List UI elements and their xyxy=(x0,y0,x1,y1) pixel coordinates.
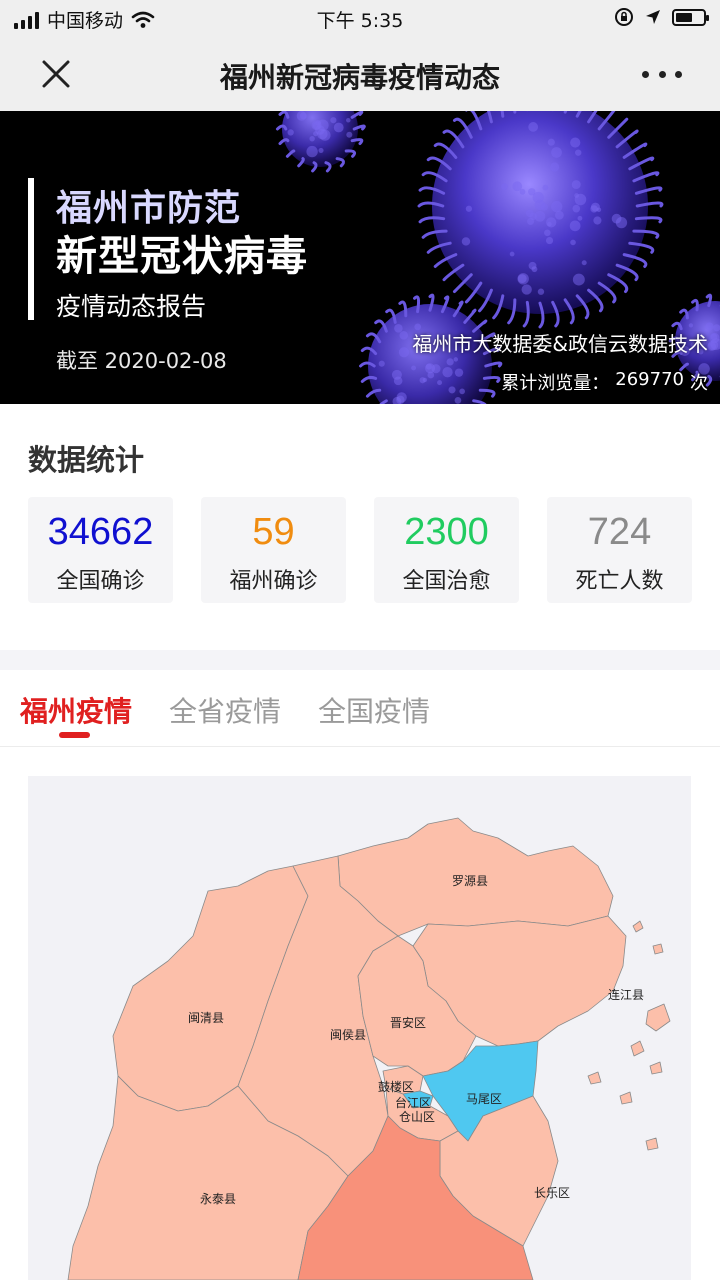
view-count-label: 累计浏览量： xyxy=(501,369,609,395)
tab-national[interactable]: 全国疫情 xyxy=(318,690,430,730)
status-right xyxy=(614,7,706,27)
hero-banner: 福州市防范 新型冠状病毒 疫情动态报告 截至 2020-02-08 福州市大数据… xyxy=(0,111,720,404)
island xyxy=(633,921,643,932)
more-options-icon[interactable] xyxy=(642,62,682,86)
island xyxy=(620,1092,632,1104)
stat-value: 2300 xyxy=(374,511,519,554)
map-label-cangshan: 仓山区 xyxy=(399,1108,435,1125)
map-label-yongtai: 永泰县 xyxy=(200,1190,236,1207)
stat-label: 福州确诊 xyxy=(201,563,346,595)
island xyxy=(588,1072,601,1084)
status-bar: 中国移动 下午 5:35 xyxy=(0,0,720,36)
map-label-changle: 长乐区 xyxy=(534,1184,570,1201)
stat-value: 59 xyxy=(201,511,346,554)
map-label-mawei: 马尾区 xyxy=(466,1090,502,1107)
stat-card-national-confirmed: 34662 全国确诊 xyxy=(28,497,173,603)
banner-source: 福州市大数据委&政信云数据技术 xyxy=(412,328,708,357)
banner-date: 截至 2020-02-08 xyxy=(56,345,227,375)
island xyxy=(650,1062,662,1074)
tab-fuzhou[interactable]: 福州疫情 xyxy=(20,690,132,730)
battery-icon xyxy=(672,9,706,26)
tab-bar: 福州疫情 全省疫情 全国疫情 xyxy=(0,670,720,747)
status-time: 下午 5:35 xyxy=(0,6,720,33)
stat-card-fuzhou-confirmed: 59 福州确诊 xyxy=(201,497,346,603)
active-tab-indicator xyxy=(59,732,90,738)
island xyxy=(653,944,663,954)
tab-province[interactable]: 全省疫情 xyxy=(169,690,281,730)
stat-label: 死亡人数 xyxy=(547,563,692,595)
page-title: 福州新冠病毒疫情动态 xyxy=(0,56,720,96)
view-count-unit: 次 xyxy=(690,369,708,395)
stat-label: 全国治愈 xyxy=(374,563,519,595)
view-count-value: 269770 xyxy=(615,369,684,395)
island xyxy=(646,1138,658,1150)
nav-bar: 福州新冠病毒疫情动态 xyxy=(0,36,720,111)
stat-label: 全国确诊 xyxy=(28,563,173,595)
fuzhou-map[interactable]: 罗源县 连江县 闽清县 闽侯县 晋安区 鼓楼区 台江区 仓山区 马尾区 永泰县 … xyxy=(28,776,691,1280)
stat-value: 34662 xyxy=(28,511,173,554)
location-icon xyxy=(644,8,662,26)
stat-value: 724 xyxy=(547,511,692,554)
view-count: 累计浏览量： 269770 次 xyxy=(501,369,708,395)
stat-card-national-cured: 2300 全国治愈 xyxy=(374,497,519,603)
map-label-minqing: 闽清县 xyxy=(188,1009,224,1026)
map-label-minhou: 闽侯县 xyxy=(330,1026,366,1043)
island xyxy=(646,1004,670,1031)
section-divider xyxy=(0,650,720,670)
banner-subtitle: 疫情动态报告 xyxy=(56,287,206,323)
orientation-lock-icon xyxy=(614,7,634,27)
banner-accent-bar xyxy=(28,178,34,320)
map-label-luoyuan: 罗源县 xyxy=(452,872,488,889)
banner-title-line2: 新型冠状病毒 xyxy=(56,222,308,282)
island xyxy=(631,1041,644,1056)
stat-card-deaths: 724 死亡人数 xyxy=(547,497,692,603)
map-label-jinan: 晋安区 xyxy=(390,1014,426,1031)
map-label-gulou: 鼓楼区 xyxy=(378,1078,414,1095)
map-label-lianjiang: 连江县 xyxy=(608,986,644,1003)
stats-section-title: 数据统计 xyxy=(28,437,144,479)
